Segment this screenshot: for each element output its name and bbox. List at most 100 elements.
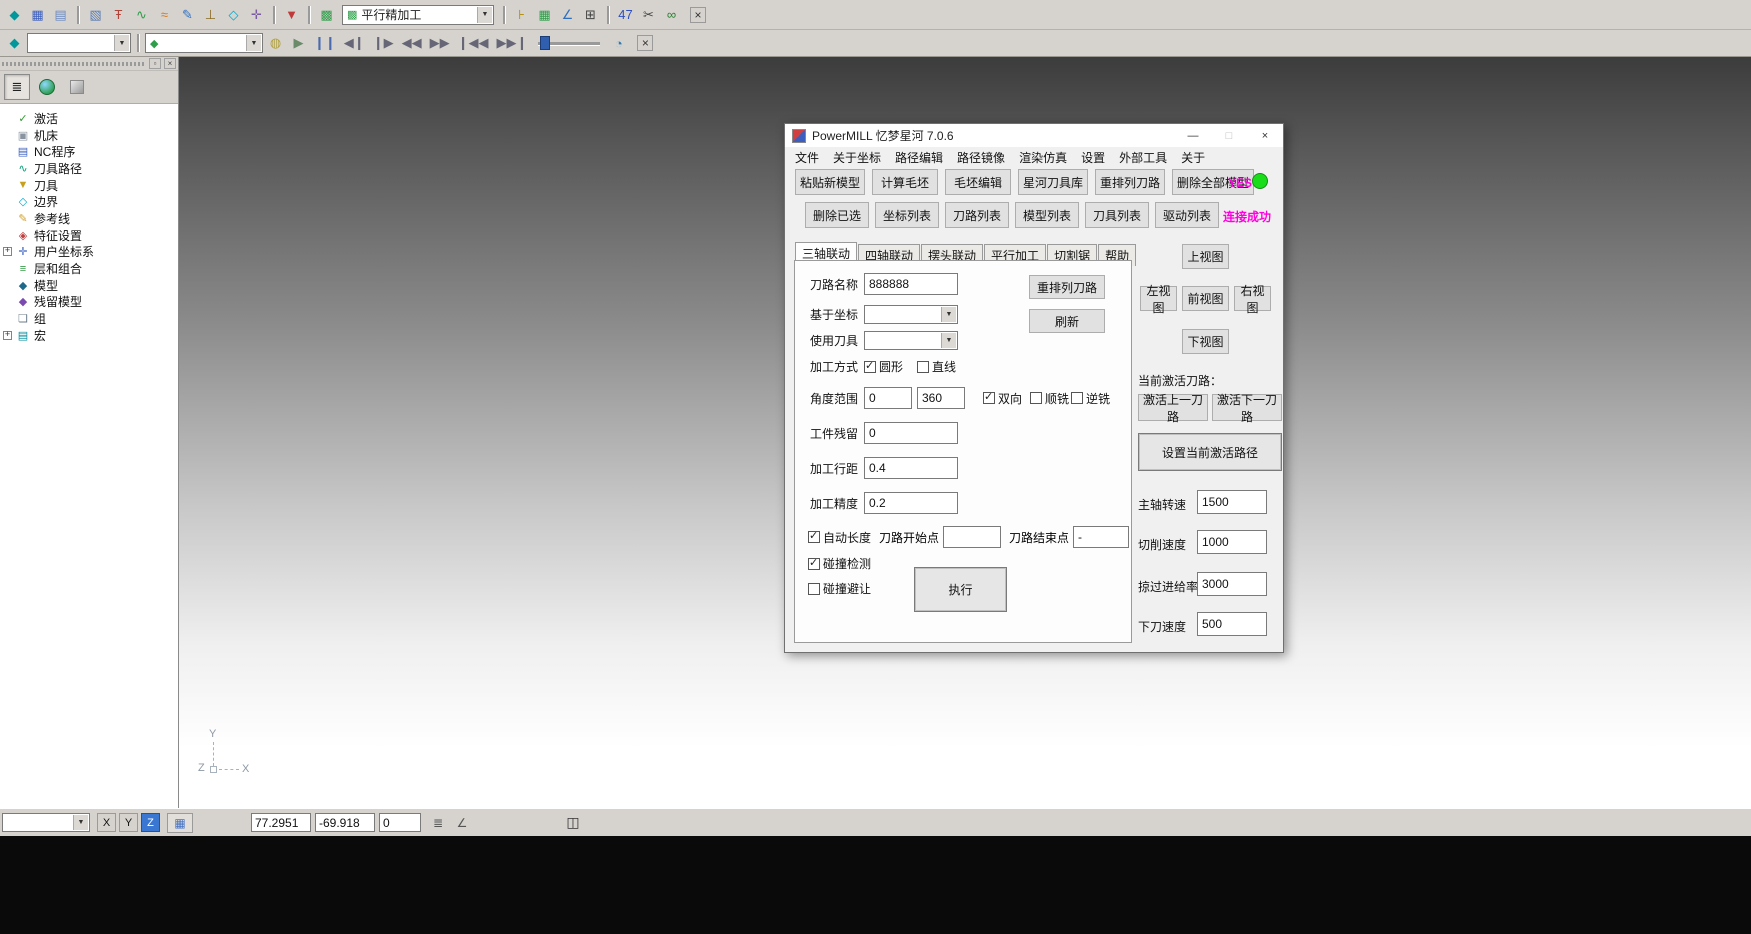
probe-icon[interactable]: ⊦	[511, 4, 532, 25]
dialog-titlebar[interactable]: PowerMILL 忆梦星河 7.0.6 — □ ×	[785, 124, 1283, 147]
menu-item[interactable]: 设置	[1074, 147, 1112, 168]
set-active-path-button[interactable]: 设置当前激活路径	[1138, 433, 1282, 471]
z-axis-button[interactable]: Z	[141, 813, 160, 832]
simulation-icon[interactable]: ▦	[534, 4, 555, 25]
expander-icon[interactable]	[3, 331, 12, 340]
grid-toggle-button[interactable]: ▦	[167, 813, 193, 833]
explorer-tree-button[interactable]: ≣	[4, 74, 30, 100]
split-view-icon[interactable]: ◫	[563, 814, 583, 831]
checkbox-box[interactable]	[808, 558, 820, 570]
clock-icon[interactable]: ◔	[608, 33, 629, 54]
boundary-icon[interactable]: ◇	[223, 4, 244, 25]
axes-draw-icon[interactable]: ∠	[453, 814, 471, 832]
slider-handle[interactable]	[540, 36, 550, 50]
menu-item[interactable]: 路径编辑	[888, 147, 950, 168]
dialog-button[interactable]: 模型列表	[1015, 202, 1079, 228]
powermill-icon[interactable]: ◆	[4, 4, 25, 25]
auto-length-checkbox[interactable]: 自动长度	[808, 529, 871, 546]
powermill-icon[interactable]: ◆	[4, 33, 25, 54]
leads-links-icon[interactable]: ≈	[154, 4, 175, 25]
step-forward-icon[interactable]: ❙▶	[370, 33, 397, 54]
activate-prev-toolpath-button[interactable]: 激活上一刀路	[1138, 394, 1208, 421]
toolpath-icon[interactable]: ∿	[131, 4, 152, 25]
strategy-dropdown[interactable]: ▩ 平行精加工 ▼	[342, 5, 494, 25]
y-axis-button[interactable]: Y	[119, 813, 138, 832]
dialog-button[interactable]: 驱动列表	[1155, 202, 1219, 228]
status-view-dropdown[interactable]: ▼	[2, 813, 90, 832]
dialog-button[interactable]: 刀路列表	[945, 202, 1009, 228]
circle-checkbox[interactable]: 圆形	[864, 358, 903, 375]
skim-feed-input[interactable]: 3000	[1197, 572, 1267, 596]
angle-to-input[interactable]: 360	[917, 387, 965, 409]
cutting-feed-input[interactable]: 1000	[1197, 530, 1267, 554]
menu-item[interactable]: 文件	[788, 147, 826, 168]
stats-icon[interactable]: 47	[615, 4, 636, 25]
close-icon[interactable]: ×	[1247, 124, 1283, 147]
block-icon[interactable]: ▧	[85, 4, 106, 25]
stepover-input[interactable]: 0.4	[864, 457, 958, 479]
end-point-input[interactable]: -	[1073, 526, 1129, 548]
explorer-globe-button[interactable]	[34, 74, 60, 100]
chevron-down-icon[interactable]: ▼	[477, 7, 492, 23]
dialog-button[interactable]: 刀具列表	[1085, 202, 1149, 228]
dialog-button[interactable]: 粘贴新模型	[795, 169, 865, 195]
sim-entity-dropdown[interactable]: ▼	[27, 33, 131, 53]
minimize-icon[interactable]: —	[1175, 124, 1211, 147]
drag-grip[interactable]	[2, 62, 146, 66]
coord-y-field[interactable]: -69.918	[315, 813, 375, 832]
play-icon[interactable]: ▶	[288, 33, 309, 54]
collision-check-checkbox[interactable]: 碰撞检测	[808, 555, 871, 572]
bidirectional-checkbox[interactable]: 双向	[983, 390, 1022, 407]
strategies-icon[interactable]: ▩	[316, 4, 337, 25]
dialog-button[interactable]: 坐标列表	[875, 202, 939, 228]
execute-button[interactable]: 执行	[914, 567, 1007, 612]
stock-input[interactable]: 0	[864, 422, 958, 444]
checkbox-box[interactable]	[808, 583, 820, 595]
refresh-button[interactable]: 刷新	[1029, 309, 1105, 333]
chevron-down-icon[interactable]: ▼	[941, 307, 956, 322]
tree-item-toolpaths[interactable]: ∿ 刀具路径	[0, 160, 178, 177]
rewind-icon[interactable]: ◀◀	[399, 33, 425, 54]
menu-item[interactable]: 路径镜像	[950, 147, 1012, 168]
sim-tool-dropdown[interactable]: ◆ ▼	[145, 33, 263, 53]
toolbar-close-button[interactable]: ×	[690, 7, 706, 23]
chevron-down-icon[interactable]: ▼	[246, 35, 261, 51]
measure-icon[interactable]: ∠	[557, 4, 578, 25]
tree-item-groups[interactable]: ❏ 组	[0, 310, 178, 327]
sim-toolbar-close-button[interactable]: ×	[637, 35, 653, 51]
pattern-icon[interactable]: ✎	[177, 4, 198, 25]
binoculars-icon[interactable]: ∞	[661, 4, 682, 25]
list-query-icon[interactable]: ≣	[429, 814, 447, 832]
rearrange-toolpaths-button[interactable]: 重排列刀路	[1029, 275, 1105, 299]
checkbox-box[interactable]	[917, 361, 929, 373]
pause-icon[interactable]: ❙❙	[311, 33, 339, 54]
spindle-speed-input[interactable]: 1500	[1197, 490, 1267, 514]
angle-from-input[interactable]: 0	[864, 387, 912, 409]
menu-item[interactable]: 渲染仿真	[1012, 147, 1074, 168]
tool-edit-icon[interactable]: ▼	[281, 4, 302, 25]
checkbox-box[interactable]	[808, 531, 820, 543]
print-icon[interactable]: ▤	[50, 4, 71, 25]
chevron-down-icon[interactable]: ▼	[941, 333, 956, 348]
tree-item-activate[interactable]: ✓ 激活	[0, 110, 178, 127]
fast-forward-icon[interactable]: ▶▶	[427, 33, 453, 54]
start-point-input[interactable]	[943, 526, 1001, 548]
menu-item[interactable]: 外部工具	[1112, 147, 1174, 168]
go-end-icon[interactable]: ▶▶❙	[493, 33, 530, 54]
climb-checkbox[interactable]: 顺铣	[1030, 390, 1069, 407]
tree-item-levels-sets[interactable]: ≡ 层和组合	[0, 260, 178, 277]
coord-z-field[interactable]: 0	[379, 813, 421, 832]
activate-next-toolpath-button[interactable]: 激活下一刀路	[1212, 394, 1282, 421]
view-left-button[interactable]: 左视图	[1140, 286, 1177, 311]
checkbox-box[interactable]	[1071, 392, 1083, 404]
dialog-button[interactable]: 删除已选	[805, 202, 869, 228]
tree-item-macros[interactable]: ▤ 宏	[0, 327, 178, 344]
chevron-down-icon[interactable]: ▼	[114, 35, 129, 51]
tree-item-tools[interactable]: ▼ 刀具	[0, 177, 178, 194]
step-back-icon[interactable]: ◀❙	[341, 33, 368, 54]
menu-item[interactable]: 关于坐标	[826, 147, 888, 168]
close-panel-icon[interactable]: ×	[164, 58, 176, 69]
feedrate-icon[interactable]: Ŧ	[108, 4, 129, 25]
tree-item-patterns[interactable]: ✎ 参考线	[0, 210, 178, 227]
explorer-header[interactable]: ▫ ×	[0, 57, 178, 71]
